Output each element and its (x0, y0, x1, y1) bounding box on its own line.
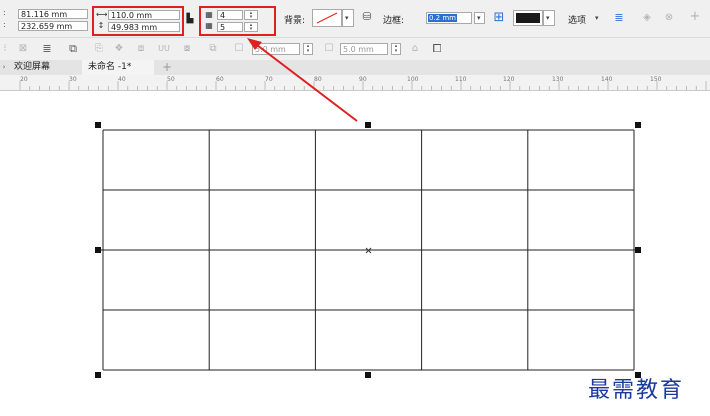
selection-handle-top-center[interactable] (365, 122, 371, 128)
annotation-arrow (247, 38, 358, 122)
selection-handle-bottom-left[interactable] (95, 372, 101, 378)
table-object[interactable] (0, 0, 710, 416)
selection-handle-middle-left[interactable] (95, 247, 101, 253)
watermark-logo: 最需教育 (588, 378, 685, 403)
selection-handle-top-right[interactable] (635, 122, 641, 128)
selection-handle-middle-right[interactable] (635, 247, 641, 253)
selection-handle-top-left[interactable] (95, 122, 101, 128)
selection-handle-bottom-center[interactable] (365, 372, 371, 378)
